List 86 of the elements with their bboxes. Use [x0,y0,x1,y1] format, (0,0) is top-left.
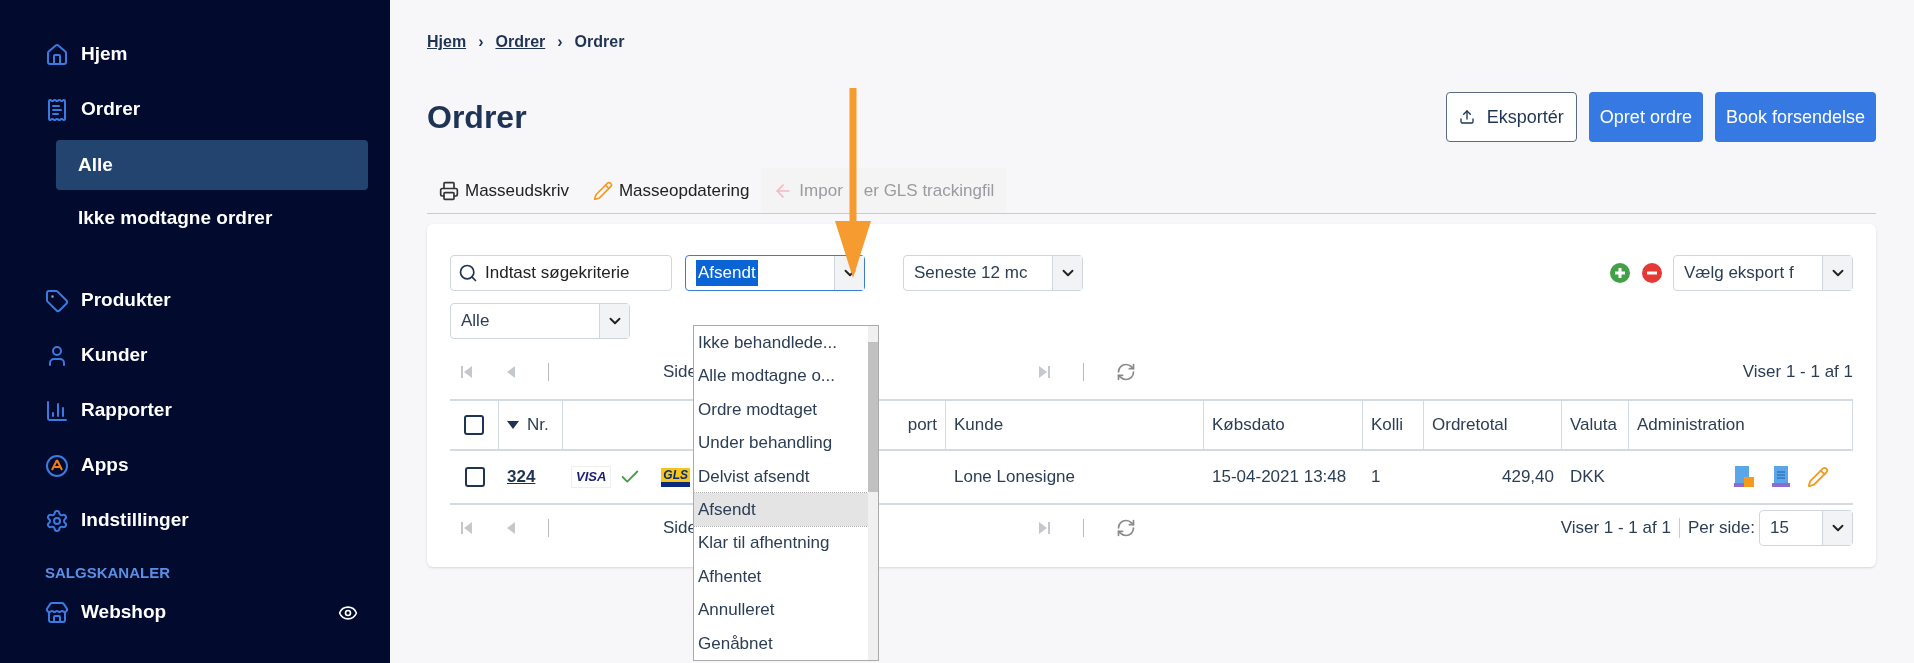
group-select[interactable]: Alle [450,303,630,339]
nav-item[interactable]: Indstillinger [45,493,368,548]
bar-chart-icon [45,398,69,423]
table-cell: 429,40 [1502,467,1554,487]
breadcrumb-separator: › [557,32,563,52]
document-package-icon[interactable] [1733,465,1755,489]
search-icon [458,263,478,283]
upload-icon [1458,109,1475,125]
edit-icon[interactable] [1807,466,1829,488]
select-value: Vælg eksport f [1684,262,1794,285]
sort-down-icon[interactable] [507,421,519,429]
toolbar-label: er GLS trackingfil [863,179,995,202]
per-page-select[interactable]: 15 [1759,510,1853,546]
remove-icon[interactable] [1641,262,1663,284]
nav-item[interactable]: Hjem [45,27,368,82]
per-page-label: Per side: [1687,517,1755,540]
column-header[interactable]: Købsdato [1212,412,1285,438]
add-icon[interactable] [1609,262,1631,284]
dropdown-option[interactable]: Afsendt [694,493,868,527]
receipt-icon [45,97,69,122]
dropdown-option[interactable]: Under behandling [694,426,868,460]
table-cell: DKK [1570,467,1605,487]
primary-button[interactable]: Book forsendelse [1714,92,1876,142]
nav-subitem[interactable]: Ikke modtagne ordrer [56,193,368,243]
tag-icon [45,288,69,313]
breadcrumb-link[interactable]: Ordrer [495,30,546,54]
column-header[interactable]: Kunde [954,412,1004,438]
nav-item[interactable]: Apps [45,438,368,493]
nav-item[interactable]: Kunder [45,328,368,383]
dropdown-option[interactable]: Delvist afsendt [694,459,868,494]
nav-subitem[interactable]: Alle [56,140,368,190]
search-field[interactable]: Indtast søgekriterie [450,255,672,291]
refresh-icon[interactable] [1116,518,1137,538]
page-title: Ordrer [427,98,528,137]
dropdown-option[interactable]: Genåbnet [694,626,868,661]
dropdown-option[interactable]: Klar til afhentning [694,526,868,560]
column-header[interactable]: Kolli [1371,412,1404,438]
checkbox[interactable] [464,415,484,435]
refresh-icon[interactable] [1116,362,1137,382]
nav-item[interactable]: Ordrer [45,82,368,137]
dropdown-option[interactable]: Annulleret [694,593,868,627]
dropdown-option[interactable]: Ordre modtaget [694,392,868,427]
period-select[interactable]: Seneste 12 mc [903,255,1083,291]
toolbar-button[interactable]: Masseopdatering [580,168,762,213]
dropdown-option[interactable]: Afhentet [694,559,868,594]
column-header[interactable]: Administration [1637,412,1745,438]
status-select[interactable]: Afsendt [685,255,865,291]
pencil-icon [592,180,613,201]
dropdown-option[interactable]: Alle modtagne o... [694,359,868,393]
gls-logo: GLS [661,467,690,487]
select-value: Afsendt [696,260,758,286]
printer-icon [439,180,459,201]
breadcrumb-current-page: Ordrer [574,32,625,52]
export-button[interactable]: Eksportér [1445,92,1577,142]
dropdown-option[interactable]: Ikke behandlede... [694,326,868,360]
nav-item[interactable]: Produkter [45,273,368,328]
order-link[interactable]: 324 [507,467,536,487]
toolbar-button[interactable]: Masseudskriv [427,168,581,213]
export-select[interactable]: Vælg eksport f [1673,255,1853,291]
breadcrumb-separator: › [478,32,484,52]
breadcrumb-link[interactable]: Hjem [427,30,467,54]
primary-button[interactable]: Opret ordre [1588,92,1703,142]
column-header[interactable]: Ordretotal [1432,412,1508,438]
house-icon [45,42,69,67]
document-icon[interactable] [1771,465,1791,489]
scrollbar[interactable] [868,326,878,660]
table-cell: Lone Lonesigne [954,467,1075,487]
channel-item[interactable]: Webshop [45,592,368,633]
gear-icon [45,508,69,533]
column-header[interactable]: port [907,412,937,438]
toolbar-label: Impor [799,179,843,202]
result-summary: Viser 1 - 1 af 1 [1560,517,1671,540]
result-summary: Viser 1 - 1 af 1 [1742,361,1853,384]
column-header[interactable]: Valuta [1570,412,1617,438]
store-icon [45,600,69,625]
checkbox[interactable] [464,467,485,487]
select-value: 15 [1770,517,1789,540]
select-value: Alle [461,310,490,333]
visa-logo: VISA [571,466,612,488]
table-cell: 1 [1371,467,1381,487]
table-cell: 15-04-2021 13:48 [1212,467,1347,487]
apps-icon [45,453,69,478]
select-value: Seneste 12 mc [914,262,1028,285]
section-label: SALGSKANALER [45,563,171,583]
nav-item[interactable]: Rapporter [45,383,368,438]
column-header[interactable]: Nr. [527,412,549,438]
